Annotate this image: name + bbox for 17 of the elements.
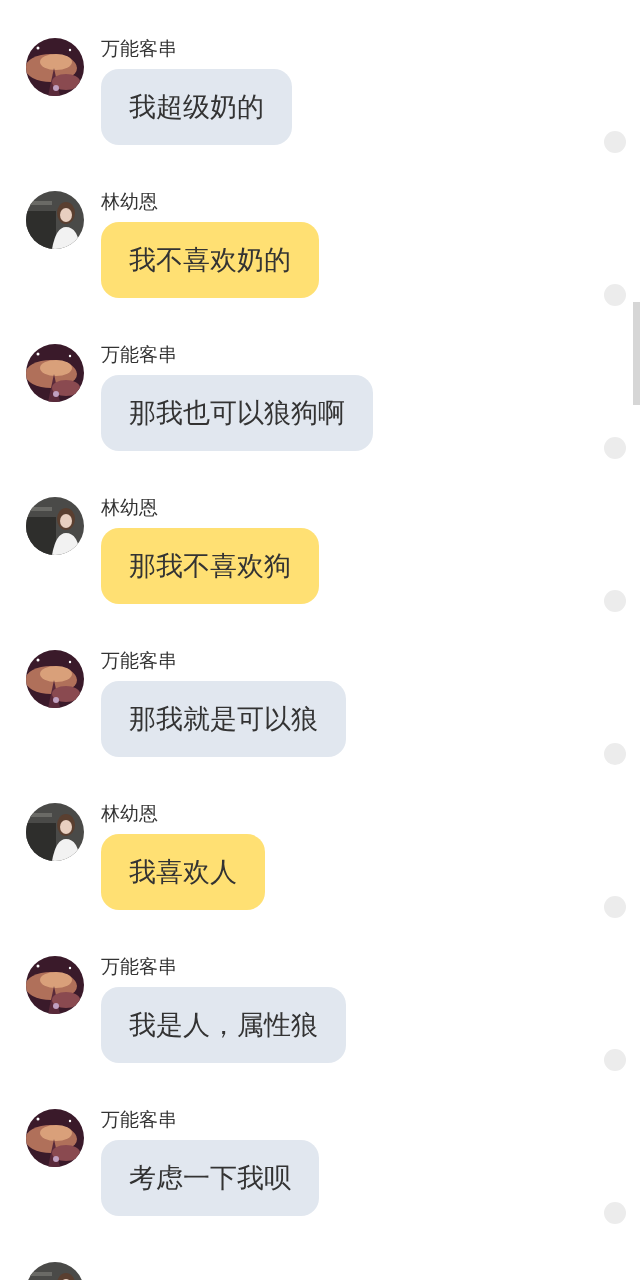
message-bubble[interactable]: 那我也可以狼狗啊 xyxy=(101,375,373,451)
sender-name: 林幼恩 xyxy=(101,495,158,519)
sender-name: 万能客串 xyxy=(101,36,177,60)
sender-name: 万能客串 xyxy=(101,648,177,672)
scrollbar[interactable] xyxy=(633,302,640,405)
message-bubble[interactable]: 我不喜欢奶的 xyxy=(101,222,319,298)
message-bubble[interactable]: 那我就是可以狼 xyxy=(101,681,346,757)
message-bubble[interactable]: 我超级奶的 xyxy=(101,69,292,145)
sender-name: 万能客串 xyxy=(101,342,177,366)
sender-name: 万能客串 xyxy=(101,1107,177,1131)
sender-name: 万能客串 xyxy=(101,954,177,978)
message-bubble[interactable]: 考虑一下我呗 xyxy=(101,1140,319,1216)
message-bubble[interactable]: 我喜欢人 xyxy=(101,834,265,910)
message-bubble[interactable]: 那我不喜欢狗 xyxy=(101,528,319,604)
sender-name: 林幼恩 xyxy=(101,189,158,213)
message-bubble[interactable]: 我是人，属性狼 xyxy=(101,987,346,1063)
sender-name: 林幼恩 xyxy=(101,801,158,825)
